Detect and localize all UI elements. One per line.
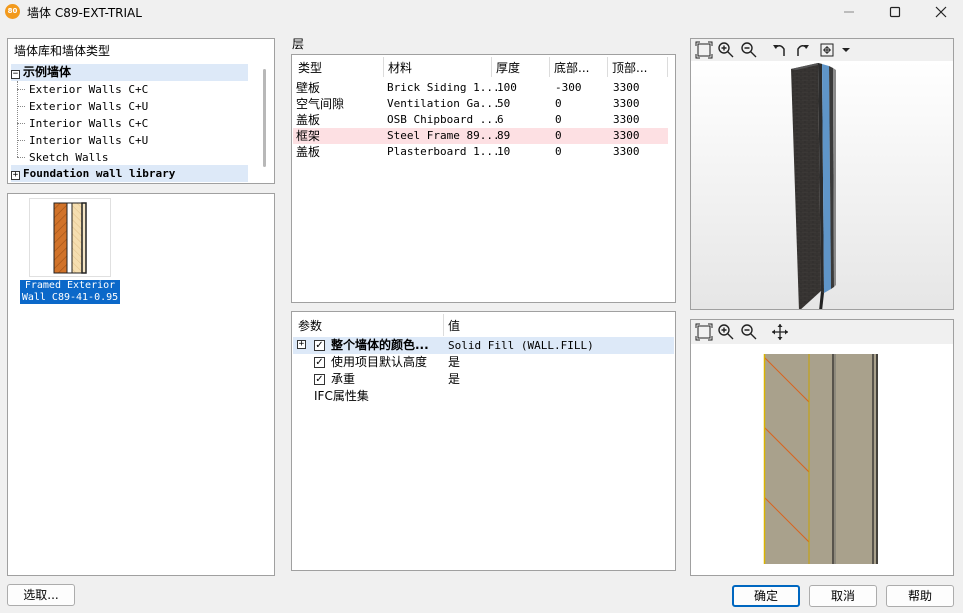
wall-type-caption[interactable]: Framed Exterior Wall C89-41-0.95 [20,280,120,304]
param-row-default-height[interactable]: ✓ 使用项目默认高度 是 [293,354,674,371]
minimize-button[interactable] [826,0,872,24]
zoom-in-icon[interactable] [717,41,735,59]
close-icon [935,6,947,18]
layers-table[interactable]: 类型 材料 厚度 底部... 顶部... 壁板 Brick Siding 1..… [291,54,676,303]
select-button[interactable]: 选取... [7,584,75,606]
param-value[interactable]: 是 [448,371,460,388]
expand-icon[interactable]: + [297,340,306,349]
tree-library-label: Foundation wall library [23,167,176,180]
param-value[interactable]: 是 [448,354,460,371]
section-wall-view[interactable] [691,344,953,575]
zoom-extents-icon[interactable] [695,41,713,59]
table-row-selected[interactable]: 框架 Steel Frame 89... 89 0 3300 [293,128,668,144]
column-header-parameter[interactable]: 参数 [294,314,444,336]
column-header-material[interactable]: 材料 [384,57,492,77]
tree-item-exterior-cu[interactable]: Exterior Walls C+U [29,98,148,115]
zoom-out-icon[interactable] [740,41,758,59]
column-header-value[interactable]: 值 [444,314,674,336]
param-value[interactable]: Solid Fill (WALL.FILL) [448,337,594,354]
tree-root-label: 墙体库和墙体类型 [14,44,111,58]
3d-wall-view[interactable] [691,61,953,311]
param-row-load-bearing[interactable]: ✓ 承重 是 [293,371,674,388]
tree-scrollbar[interactable] [263,69,266,167]
ok-button[interactable]: 确定 [732,585,800,607]
table-row[interactable]: 壁板 Brick Siding 1... 100 -300 3300 [293,80,668,96]
3d-view-toolbar [691,39,953,61]
minimize-icon [844,11,854,13]
app-logo-icon: 80 [5,4,20,19]
tree-item-sketch-walls[interactable]: Sketch Walls [29,149,108,166]
rotate-left-icon[interactable] [771,41,789,59]
section-view-toolbar [691,320,953,344]
collapse-icon[interactable]: − [11,70,20,79]
checkbox[interactable]: ✓ [314,357,325,368]
zoom-in-icon[interactable] [717,323,735,341]
3d-wall-model-icon [791,63,836,311]
zoom-out-icon[interactable] [740,323,758,341]
help-button[interactable]: 帮助 [886,585,954,607]
param-row-wall-color[interactable]: + ✓ 整个墙体的颜色... Solid Fill (WALL.FILL) [293,337,674,354]
view-mode-icon[interactable] [818,41,836,59]
checkbox[interactable]: ✓ [314,374,325,385]
wall-type-thumbnail[interactable] [29,198,111,277]
tree-item-interior-cu[interactable]: Interior Walls C+U [29,132,148,149]
column-header-bottom[interactable]: 底部... [550,57,608,77]
column-header-top[interactable]: 顶部... [608,57,668,77]
tree-group-foundation-library[interactable]: + Foundation wall library [11,165,248,182]
param-label: 承重 [331,372,356,386]
rotate-right-icon[interactable] [793,41,811,59]
tree-group-sample-walls[interactable]: − 示例墙体 [11,64,248,81]
title-bar: 80 墙体 C89-EXT-TRIAL [0,0,963,24]
tree-group-label: 示例墙体 [23,65,72,79]
maximize-icon [889,6,901,18]
param-label: 整个墙体的颜色... [331,338,429,352]
tree-item-interior-cc[interactable]: Interior Walls C+C [29,115,148,132]
3d-preview-panel [690,38,954,311]
expand-icon[interactable]: + [11,171,20,180]
wall-section-thumbnail-icon [53,202,87,274]
dropdown-arrow-icon[interactable] [840,41,852,59]
checkbox[interactable]: ✓ [314,340,325,351]
table-row[interactable]: 盖板 Plasterboard 1... 10 0 3300 [293,144,668,160]
pan-icon[interactable] [771,323,789,341]
table-row[interactable]: 盖板 OSB Chipboard ... 6 0 3300 [293,112,668,128]
parameters-table[interactable]: 参数 值 + ✓ 整个墙体的颜色... Solid Fill (WALL.FIL… [291,311,676,571]
tree-item-exterior-cc[interactable]: Exterior Walls C+C [29,81,148,98]
layers-caption: 层 [292,37,305,51]
wall-type-list[interactable]: Framed Exterior Wall C89-41-0.95 [7,193,275,576]
window-title: 墙体 C89-EXT-TRIAL [27,6,142,20]
section-preview-panel [690,319,954,576]
table-row[interactable]: 空气间隙 Ventilation Ga... 50 0 3300 [293,96,668,112]
param-label: IFC属性集 [314,389,369,403]
maximize-button[interactable] [872,0,918,24]
column-header-thickness[interactable]: 厚度 [492,57,550,77]
param-label: 使用项目默认高度 [331,355,428,369]
close-button[interactable] [918,0,963,24]
param-row-ifc[interactable]: IFC属性集 [293,388,674,405]
column-header-type[interactable]: 类型 [294,57,384,77]
wall-section-drawing-icon [763,354,878,564]
wall-library-tree[interactable]: 墙体库和墙体类型 − 示例墙体 Exterior Walls C+C Exteri… [7,38,275,184]
zoom-extents-icon[interactable] [695,323,713,341]
cancel-button[interactable]: 取消 [809,585,877,607]
